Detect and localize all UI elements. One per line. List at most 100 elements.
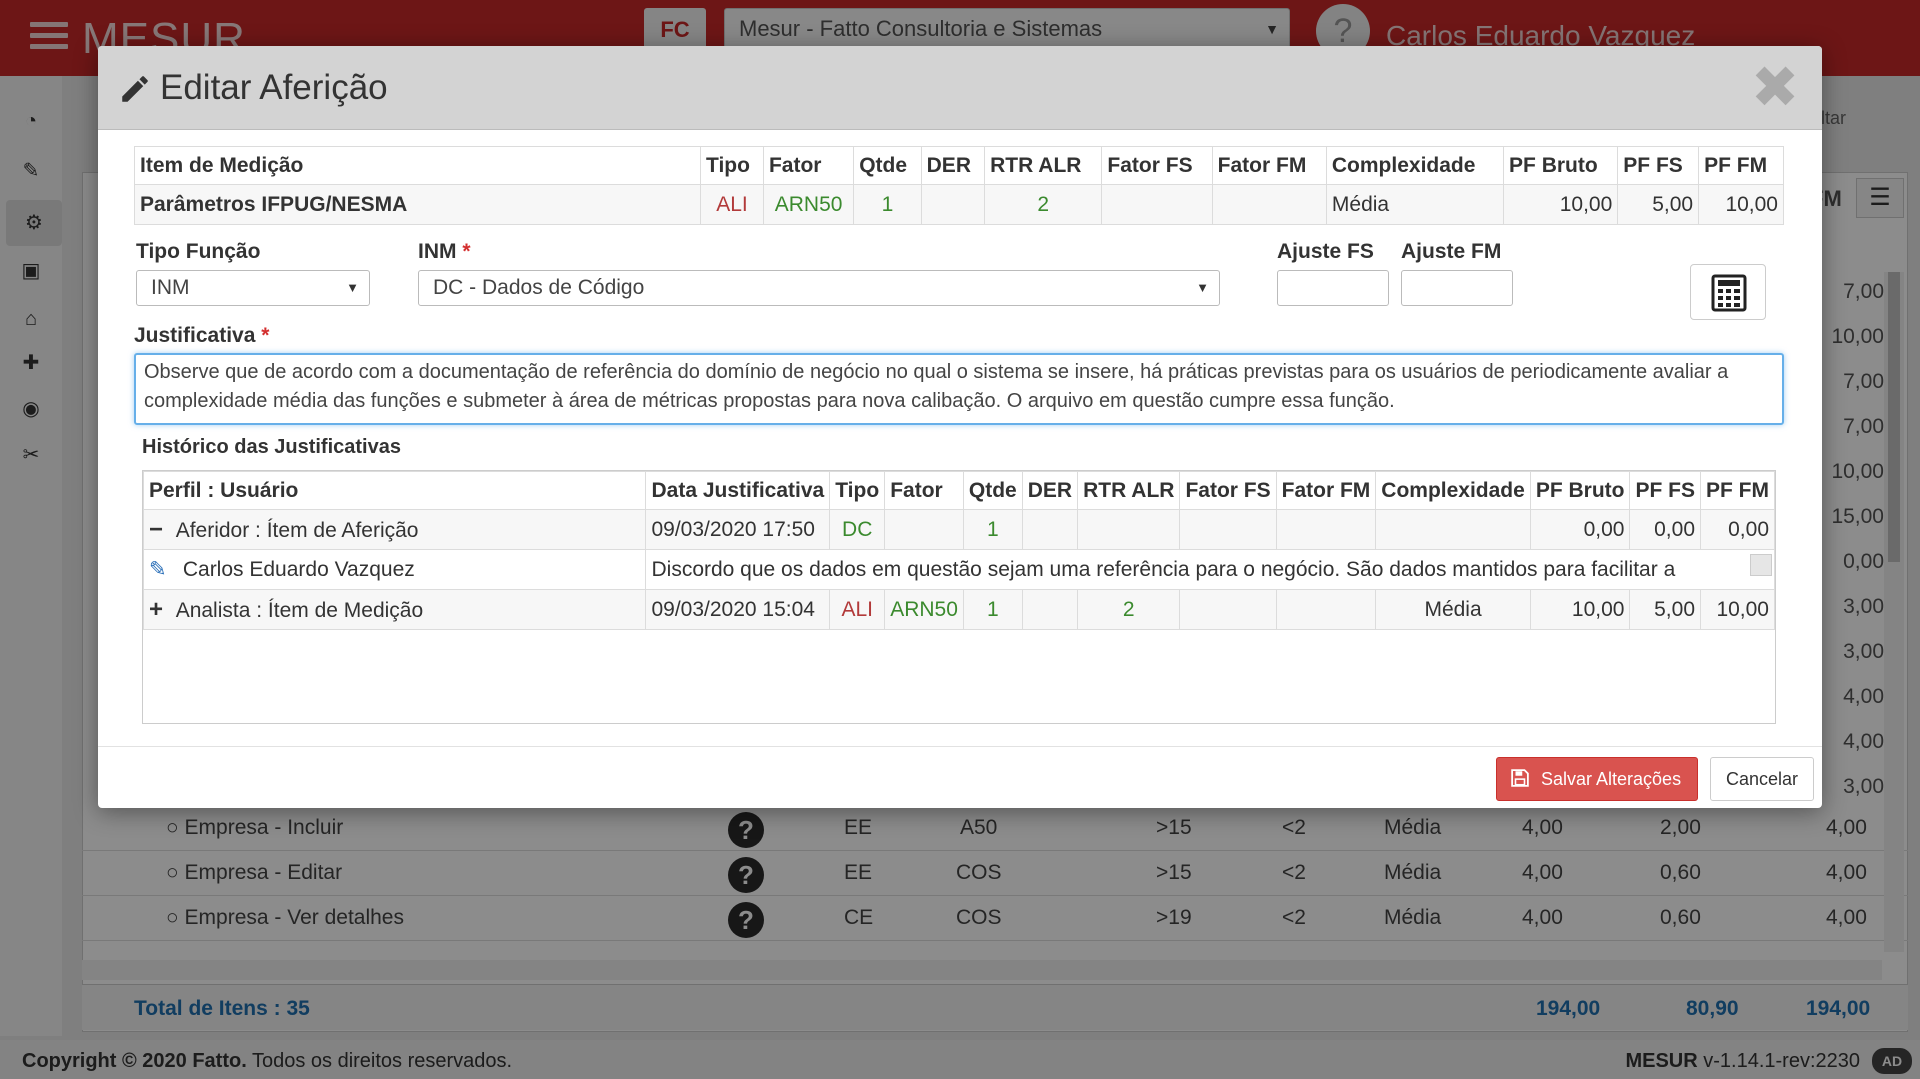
function-type-select[interactable]: INM ▼ — [136, 270, 370, 306]
resize-handle-icon[interactable] — [1750, 554, 1772, 576]
justification-label: Justificativa * — [134, 324, 270, 347]
function-type-label: Tipo Função — [136, 240, 261, 263]
history-fator — [884, 509, 964, 550]
history-qtde: 1 — [962, 509, 1023, 550]
calculator-icon — [1711, 274, 1747, 312]
col-header: Fator FS — [1101, 146, 1213, 185]
history-pf-fs: 5,00 — [1629, 589, 1701, 630]
adjust-fs-input[interactable] — [1277, 270, 1389, 306]
item-pf-bruto: 10,00 — [1503, 184, 1619, 225]
col-header: Fator FM — [1275, 471, 1377, 510]
item-fator-fm — [1211, 184, 1327, 225]
history-qtde: 1 — [962, 589, 1023, 630]
save-changes-button[interactable]: Salvar Alterações — [1496, 757, 1698, 801]
col-header: PF Bruto — [1503, 146, 1619, 185]
chevron-down-icon: ▼ — [1196, 280, 1209, 295]
item-fator: ARN50 — [762, 184, 855, 225]
history-fator-fm — [1275, 509, 1377, 550]
history-rtr: 2 — [1077, 589, 1181, 630]
inm-label: INM * — [418, 240, 471, 263]
item-tipo: ALI — [700, 184, 764, 225]
history-tipo: ALI — [829, 589, 886, 630]
history-perfil: + Analista : Ítem de Medição — [142, 589, 647, 630]
col-header: RTR ALR — [1077, 471, 1181, 510]
col-header: Fator FM — [1211, 146, 1327, 185]
col-header: Qtde — [853, 146, 922, 185]
col-header: Perfil : Usuário — [142, 471, 647, 510]
cancel-button[interactable]: Cancelar — [1710, 757, 1814, 801]
history-pf-fs: 0,00 — [1629, 509, 1701, 550]
history-rtr — [1077, 509, 1181, 550]
modal-footer: Salvar Alterações Cancelar — [98, 746, 1822, 808]
col-header: Complexidade — [1325, 146, 1505, 185]
col-header: Fator — [884, 471, 964, 510]
table-header-row: Item de Medição Tipo Fator Qtde DER RTR … — [134, 146, 1784, 185]
measurement-item-table: Item de Medição Tipo Fator Qtde DER RTR … — [134, 146, 1784, 225]
history-perfil: − Aferidor : Ítem de Aferição — [142, 509, 647, 550]
edit-note-icon[interactable]: ✎ — [149, 557, 177, 582]
item-qtde: 1 — [853, 184, 922, 225]
col-header: Qtde — [962, 471, 1023, 510]
item-fator-fs — [1101, 184, 1213, 225]
col-header: PF FM — [1698, 146, 1784, 185]
history-date: 09/03/2020 17:50 — [645, 509, 831, 550]
history-tipo: DC — [829, 509, 886, 550]
col-header: PF Bruto — [1529, 471, 1631, 510]
close-icon[interactable]: ✖ — [1750, 59, 1800, 117]
history-fator-fm — [1275, 589, 1377, 630]
col-header: Fator FS — [1179, 471, 1277, 510]
collapse-icon[interactable]: − — [149, 516, 171, 544]
history-pf-fm: 10,00 — [1700, 589, 1775, 630]
calculator-button[interactable] — [1690, 264, 1766, 320]
expand-icon[interactable]: + — [149, 596, 171, 624]
history-row[interactable]: + Analista : Ítem de Medição 09/03/2020 … — [142, 589, 1775, 630]
history-date: 09/03/2020 15:04 — [645, 589, 831, 630]
history-fator-fs — [1179, 589, 1277, 630]
col-header: Tipo — [700, 146, 764, 185]
inm-select[interactable]: DC - Dados de Código ▼ — [418, 270, 1220, 306]
item-complexity: Média — [1325, 184, 1505, 225]
item-pf-fm: 10,00 — [1698, 184, 1784, 225]
history-note-user: ✎ Carlos Eduardo Vazquez — [142, 549, 647, 590]
col-header: Data Justificativa — [645, 471, 831, 510]
history-row[interactable]: − Aferidor : Ítem de Aferição 09/03/2020… — [142, 509, 1775, 550]
history-complexity: Média — [1375, 589, 1531, 630]
history-der — [1021, 589, 1079, 630]
history-table: Perfil : Usuário Data Justificativa Tipo… — [142, 471, 1775, 630]
adjust-fs-label: Ajuste FS — [1277, 240, 1374, 263]
history-complexity — [1375, 509, 1531, 550]
col-header: PF FS — [1629, 471, 1701, 510]
col-header: PF FM — [1700, 471, 1775, 510]
col-header: DER — [920, 146, 986, 185]
item-name: Parâmetros IFPUG/NESMA — [134, 184, 701, 225]
history-note-row: ✎ Carlos Eduardo Vazquez Discordo que os… — [142, 549, 1775, 590]
col-header: RTR ALR — [984, 146, 1103, 185]
adjust-fm-input[interactable] — [1401, 270, 1513, 306]
history-note-text: Discordo que os dados em questão sejam u… — [645, 549, 1775, 590]
edit-assessment-modal: Editar Aferição ✖ Item de Medição Tipo F… — [98, 46, 1822, 808]
history-pf-bruto: 10,00 — [1529, 589, 1631, 630]
item-der — [920, 184, 986, 225]
justification-textarea[interactable]: Observe que de acordo com a documentação… — [134, 353, 1784, 425]
floppy-disk-icon — [1511, 769, 1529, 787]
history-fator-fs — [1179, 509, 1277, 550]
item-rtr: 2 — [984, 184, 1103, 225]
save-changes-label: Salvar Alterações — [1541, 769, 1682, 789]
history-container: Perfil : Usuário Data Justificativa Tipo… — [142, 470, 1776, 724]
table-row: Parâmetros IFPUG/NESMA ALI ARN50 1 2 Méd… — [134, 184, 1784, 225]
pencil-icon — [122, 76, 148, 102]
function-type-value: INM — [151, 276, 190, 299]
col-header: PF FS — [1617, 146, 1700, 185]
history-title: Histórico das Justificativas — [142, 436, 401, 458]
history-fator: ARN50 — [884, 589, 964, 630]
col-header: Item de Medição — [134, 146, 701, 185]
table-header-row: Perfil : Usuário Data Justificativa Tipo… — [142, 471, 1775, 510]
history-pf-bruto: 0,00 — [1529, 509, 1631, 550]
history-pf-fm: 0,00 — [1700, 509, 1775, 550]
inm-value: DC - Dados de Código — [433, 276, 645, 299]
modal-header: Editar Aferição ✖ — [98, 46, 1822, 130]
history-der — [1021, 509, 1079, 550]
adjust-fm-label: Ajuste FM — [1401, 240, 1502, 263]
chevron-down-icon: ▼ — [346, 280, 359, 295]
col-header: DER — [1021, 471, 1079, 510]
